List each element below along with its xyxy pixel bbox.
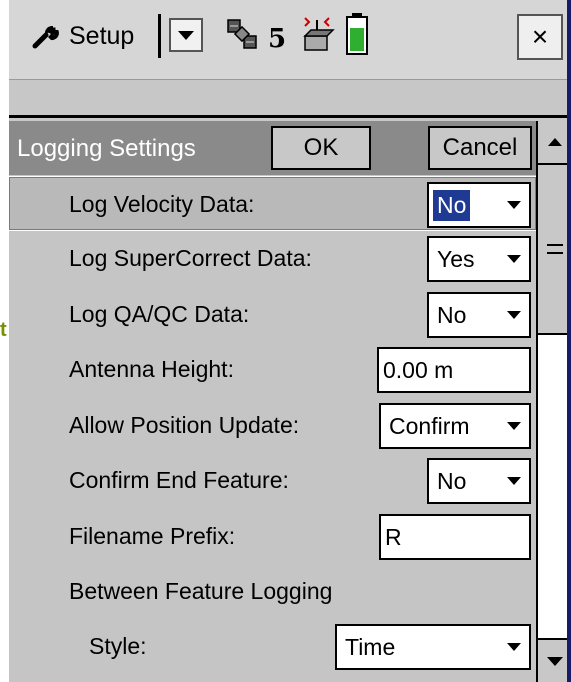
- style-select[interactable]: Time: [335, 624, 531, 670]
- dropdown-arrow-icon: [507, 311, 521, 319]
- confirm-end-feature-value: No: [437, 467, 467, 494]
- row-between-feature-logging: Between Feature Logging: [9, 564, 536, 619]
- dropdown-arrow-icon: [507, 422, 521, 430]
- row-log-velocity: Log Velocity Data: No: [9, 176, 536, 231]
- log-qaqc-value: No: [437, 301, 467, 328]
- allow-position-update-select[interactable]: Confirm: [379, 403, 531, 449]
- log-qaqc-select[interactable]: No: [427, 292, 531, 338]
- row-filename-prefix: Filename Prefix: R: [9, 509, 536, 564]
- log-supercorrect-label: Log SuperCorrect Data:: [69, 245, 312, 271]
- satellite-count: 5: [268, 24, 287, 54]
- row-log-supercorrect: Log SuperCorrect Data: Yes: [9, 231, 536, 286]
- style-value: Time: [345, 633, 396, 660]
- log-velocity-select[interactable]: No: [427, 182, 531, 228]
- gnss-receiver-icon[interactable]: [299, 14, 335, 54]
- screen: t Setup 5 × Logging Settings OK Cancel L…: [0, 0, 571, 682]
- row-style: Style: Time: [9, 619, 536, 674]
- close-icon: ×: [531, 21, 549, 52]
- between-feature-logging-heading: Between Feature Logging: [69, 578, 333, 604]
- scroll-up-icon: [547, 138, 562, 146]
- close-button[interactable]: ×: [517, 14, 563, 60]
- top-bar: Setup 5 ×: [9, 0, 571, 80]
- row-confirm-end-feature: Confirm End Feature: No: [9, 453, 536, 508]
- satellite-icon[interactable]: [224, 16, 260, 52]
- dropdown-arrow-icon: [507, 201, 521, 209]
- filename-prefix-label: Filename Prefix:: [69, 523, 236, 549]
- logging-settings-panel: Logging Settings OK Cancel Log Velocity …: [9, 121, 536, 682]
- scroll-down-icon: [546, 656, 563, 666]
- window-edge: [567, 0, 571, 682]
- toolbar-separator: [158, 14, 161, 58]
- battery-icon[interactable]: [345, 12, 369, 56]
- ok-button[interactable]: OK: [271, 126, 371, 170]
- allow-position-update-label: Allow Position Update:: [69, 412, 300, 438]
- cancel-button[interactable]: Cancel: [428, 126, 532, 170]
- background-strip: t: [0, 0, 9, 682]
- dropdown-arrow-icon: [178, 30, 194, 40]
- log-velocity-label: Log Velocity Data:: [69, 191, 255, 217]
- log-supercorrect-value: Yes: [437, 245, 475, 272]
- background-clip-text: t: [0, 319, 7, 341]
- row-log-qaqc: Log QA/QC Data: No: [9, 287, 536, 342]
- setup-label: Setup: [69, 21, 135, 50]
- grip-icon: [546, 244, 563, 254]
- style-label: Style:: [89, 633, 147, 659]
- log-supercorrect-select[interactable]: Yes: [427, 236, 531, 282]
- log-qaqc-label: Log QA/QC Data:: [69, 301, 250, 327]
- setup-menu-button[interactable]: Setup: [31, 16, 134, 56]
- row-antenna-height: Antenna Height: 0.00 m: [9, 342, 536, 397]
- dropdown-arrow-icon: [507, 477, 521, 485]
- vertical-scrollbar[interactable]: [536, 121, 571, 682]
- confirm-end-feature-select[interactable]: No: [427, 458, 531, 504]
- menu-dropdown-button[interactable]: [169, 18, 203, 52]
- antenna-height-input[interactable]: 0.00 m: [377, 347, 531, 393]
- panel-title: Logging Settings: [17, 135, 196, 162]
- confirm-end-feature-label: Confirm End Feature:: [69, 467, 289, 493]
- antenna-height-label: Antenna Height:: [69, 356, 234, 382]
- allow-position-update-value: Confirm: [389, 412, 470, 439]
- row-allow-position-update: Allow Position Update: Confirm: [9, 398, 536, 453]
- dropdown-arrow-icon: [507, 643, 521, 651]
- wrench-icon: [32, 24, 59, 49]
- log-velocity-value: No: [433, 189, 471, 221]
- dropdown-arrow-icon: [507, 255, 521, 263]
- panel-header: Logging Settings OK Cancel: [9, 121, 536, 175]
- toolbar-band: [9, 81, 571, 118]
- filename-prefix-input[interactable]: R: [379, 514, 531, 560]
